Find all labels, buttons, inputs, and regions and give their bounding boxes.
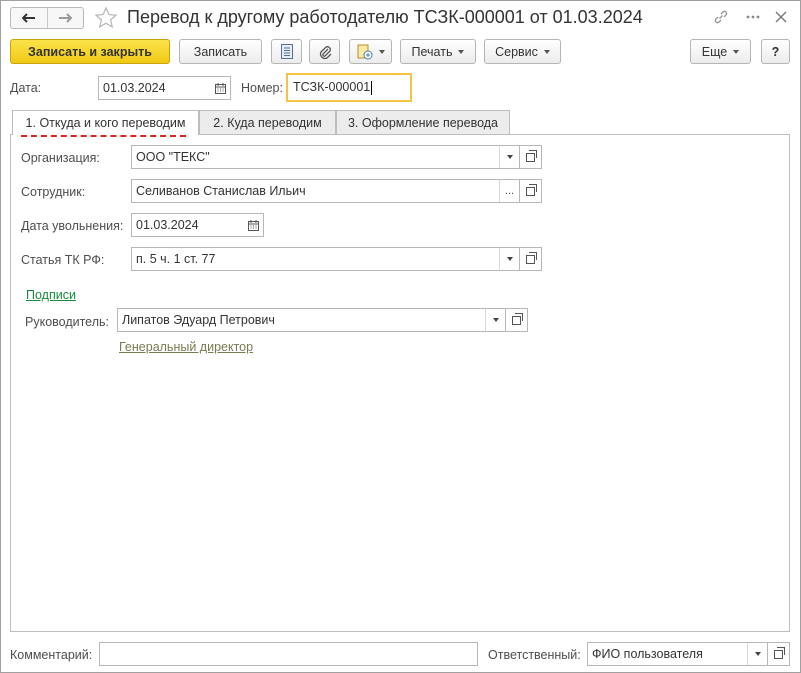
dismissal-date-label: Дата увольнения: xyxy=(21,219,124,233)
tab-from-whom[interactable]: 1. Откуда и кого переводим xyxy=(12,110,199,135)
window-title: Перевод к другому работодателю ТСЗК-0000… xyxy=(127,7,643,27)
employee-open-button[interactable] xyxy=(520,179,542,203)
employee-field[interactable]: Селиванов Станислав Ильич ... xyxy=(131,179,520,203)
article-dropdown-button[interactable] xyxy=(499,248,519,270)
manager-open-button[interactable] xyxy=(506,308,528,332)
more-label: Еще xyxy=(701,44,728,59)
responsible-open-button[interactable] xyxy=(768,642,790,666)
employee-value: Селиванов Станислав Ильич xyxy=(136,184,306,198)
dropdown-caret-icon xyxy=(458,49,465,54)
responsible-value: ФИО пользователя xyxy=(592,647,703,661)
responsible-field[interactable]: ФИО пользователя xyxy=(587,642,768,666)
organization-value: ООО "ТЕКС" xyxy=(136,150,210,164)
organization-field[interactable]: ООО "ТЕКС" xyxy=(131,145,520,169)
save-button[interactable]: Записать xyxy=(179,39,262,64)
create-based-on-icon xyxy=(357,44,372,59)
open-form-icon xyxy=(774,646,785,659)
service-button[interactable]: Сервис xyxy=(484,39,561,64)
navigation-buttons xyxy=(10,7,84,29)
manager-label: Руководитель: xyxy=(25,315,110,329)
help-button[interactable]: ? xyxy=(761,39,790,64)
attach-files-button[interactable] xyxy=(309,39,340,64)
calendar-button[interactable] xyxy=(210,77,230,99)
dropdown-caret-icon xyxy=(378,49,385,54)
dropdown-caret-icon xyxy=(543,49,550,54)
more-actions-icon[interactable] xyxy=(743,7,763,27)
open-form-icon xyxy=(526,251,537,264)
print-button[interactable]: Печать xyxy=(400,39,476,64)
save-and-close-label: Записать и закрыть xyxy=(28,44,152,59)
open-form-icon xyxy=(512,312,523,325)
dropdown-caret-icon xyxy=(733,49,740,54)
active-tab-indicator xyxy=(21,135,186,137)
article-open-button[interactable] xyxy=(520,247,542,271)
dropdown-arrow-icon xyxy=(506,155,513,159)
article-value: п. 5 ч. 1 ст. 77 xyxy=(136,252,216,266)
tab-registration[interactable]: 3. Оформление перевода xyxy=(336,110,510,134)
comment-label: Комментарий: xyxy=(10,648,93,662)
manager-field[interactable]: Липатов Эдуард Петрович xyxy=(117,308,506,332)
number-label: Номер: xyxy=(241,81,283,95)
organization-dropdown-button[interactable] xyxy=(499,146,519,168)
dropdown-arrow-icon xyxy=(506,257,513,261)
tab-label: 1. Откуда и кого переводим xyxy=(25,116,186,130)
comment-field[interactable] xyxy=(99,642,478,666)
calendar-icon xyxy=(247,219,259,231)
responsible-dropdown-button[interactable] xyxy=(747,643,767,665)
employee-label: Сотрудник: xyxy=(21,185,86,199)
service-label: Сервис xyxy=(495,44,538,59)
back-button[interactable] xyxy=(11,8,47,28)
organization-label: Организация: xyxy=(21,151,100,165)
document-register-button[interactable] xyxy=(271,39,302,64)
arrow-right-icon xyxy=(59,13,73,23)
tab-content-panel xyxy=(10,134,790,632)
help-label: ? xyxy=(771,44,780,59)
dropdown-arrow-icon xyxy=(492,318,499,322)
dismissal-date-value: 01.03.2024 xyxy=(136,218,199,232)
open-form-icon xyxy=(526,183,537,196)
ellipsis-icon: ... xyxy=(504,185,515,197)
more-button[interactable]: Еще xyxy=(690,39,751,64)
organization-open-button[interactable] xyxy=(520,145,542,169)
number-value: ТСЗК-000001 xyxy=(293,80,371,94)
date-value: 01.03.2024 xyxy=(103,81,166,95)
manager-position-link[interactable]: Генеральный директор xyxy=(119,340,253,354)
number-field[interactable]: ТСЗК-000001 xyxy=(286,73,412,102)
signatures-link[interactable]: Подписи xyxy=(26,288,76,302)
tab-label: 2. Куда переводим xyxy=(213,115,322,130)
link-icon[interactable] xyxy=(711,7,731,27)
arrow-left-icon xyxy=(21,13,35,23)
article-field[interactable]: п. 5 ч. 1 ст. 77 xyxy=(131,247,520,271)
article-label: Статья ТК РФ: xyxy=(21,253,105,267)
dropdown-arrow-icon xyxy=(754,652,761,656)
close-icon[interactable] xyxy=(771,7,791,27)
save-and-close-button[interactable]: Записать и закрыть xyxy=(10,39,170,64)
list-document-icon xyxy=(280,44,293,59)
date-label: Дата: xyxy=(10,81,42,95)
responsible-label: Ответственный: xyxy=(488,648,581,662)
document-window: Перевод к другому работодателю ТСЗК-0000… xyxy=(0,0,801,673)
create-based-on-button[interactable] xyxy=(349,39,392,64)
text-cursor xyxy=(371,80,373,95)
tab-label: 3. Оформление перевода xyxy=(347,115,498,130)
save-label: Записать xyxy=(193,44,248,59)
dismissal-date-field[interactable]: 01.03.2024 xyxy=(131,213,264,237)
favorite-star-icon[interactable] xyxy=(94,6,118,30)
calendar-button[interactable] xyxy=(243,214,263,236)
manager-dropdown-button[interactable] xyxy=(485,309,505,331)
paperclip-icon xyxy=(319,45,331,59)
manager-value: Липатов Эдуард Петрович xyxy=(122,313,275,327)
employee-select-button[interactable]: ... xyxy=(499,180,519,202)
forward-button[interactable] xyxy=(46,8,83,28)
print-label: Печать xyxy=(411,44,453,59)
tab-where-to[interactable]: 2. Куда переводим xyxy=(199,110,336,134)
calendar-icon xyxy=(214,82,226,94)
date-field[interactable]: 01.03.2024 xyxy=(98,76,231,100)
open-form-icon xyxy=(526,149,537,162)
